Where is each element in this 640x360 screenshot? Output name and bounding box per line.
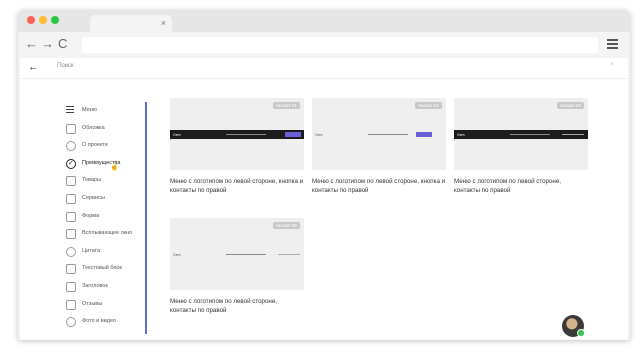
text-block-icon: [66, 264, 76, 275]
sidebar-item-label: Заголовок: [82, 282, 108, 289]
sidebar-item-media[interactable]: Фото и видео: [58, 313, 144, 331]
preview-nav: [226, 254, 266, 255]
sidebar-item-services[interactable]: Сервисы: [58, 190, 144, 208]
sidebar-item-label: Обложка: [82, 124, 105, 131]
avatar[interactable]: [562, 315, 585, 337]
address-bar[interactable]: [82, 37, 598, 53]
template-preview[interactable]: Header-02 Gem: [312, 98, 446, 170]
search-bar: ← Поиск ×: [20, 58, 628, 79]
preview-logo: Gem: [173, 253, 181, 257]
sidebar-item-label: Форма: [82, 212, 100, 219]
sidebar-item-about[interactable]: О проекте: [58, 137, 144, 155]
template-caption: Меню с логотипом по левой стороне, кнопк…: [312, 178, 446, 194]
template-preview[interactable]: Header-05 Gem: [170, 218, 304, 290]
cover-icon: [66, 123, 76, 134]
header-preview-strip: Gem: [170, 130, 304, 139]
sidebar-item-text-block[interactable]: Текстовый блок: [58, 260, 144, 278]
forward-arrow-icon[interactable]: →: [41, 36, 54, 52]
template-preview[interactable]: Header-01 Gem: [170, 98, 304, 170]
bag-icon: [66, 176, 76, 187]
sidebar-item-popup[interactable]: Всплывающее окно: [58, 225, 144, 243]
hamburger-menu-icon[interactable]: [607, 39, 618, 50]
browser-tab[interactable]: ×: [90, 15, 172, 32]
services-icon: [66, 193, 76, 204]
info-icon: [66, 141, 76, 152]
preview-contacts: [278, 254, 300, 255]
reload-icon[interactable]: C: [58, 36, 67, 52]
sidebar-item-label: Всплывающее окно: [82, 230, 133, 237]
popup-icon: [66, 229, 76, 240]
media-icon: [66, 317, 76, 328]
browser-toolbar: ← → C: [18, 32, 630, 58]
sidebar-item-form[interactable]: Форма: [58, 208, 144, 226]
browser-window: × ← → C ← Поиск × Меню Обложка О проекте: [18, 10, 630, 340]
online-status-indicator: [577, 329, 585, 337]
preview-contacts: [562, 134, 584, 135]
sidebar-active-indicator: [145, 102, 147, 334]
sidebar-item-label: Меню: [82, 107, 97, 113]
back-arrow-icon[interactable]: ←: [28, 61, 39, 73]
template-caption: Меню с логотипом по левой стороне, кнопк…: [170, 178, 304, 194]
header-preview-strip: Gem: [312, 130, 446, 139]
sidebar-item-label: Сервисы: [82, 194, 105, 201]
back-arrow-icon[interactable]: ←: [25, 36, 38, 52]
preview-button: [285, 132, 301, 137]
preview-logo: Gem: [315, 133, 323, 137]
clear-icon[interactable]: ×: [610, 62, 614, 68]
sidebar-item-menu[interactable]: Меню: [58, 102, 144, 120]
sidebar-item-label: О проекте: [82, 142, 108, 149]
template-caption: Меню с логотипом по левой стороне, конта…: [454, 178, 562, 194]
sidebar-item-label: Текстовый блок: [82, 265, 122, 272]
sidebar-item-heading[interactable]: Заголовок: [58, 278, 144, 296]
sidebar-item-advantages[interactable]: ✓ Преимущества ☝: [58, 155, 144, 173]
search-input[interactable]: Поиск: [57, 63, 74, 69]
hand-cursor-icon: ☝: [110, 163, 119, 171]
sidebar-item-label: Отзывы: [82, 300, 103, 307]
template-caption: Меню с логотипом по левой стороне, конта…: [170, 298, 278, 314]
reviews-icon: [66, 299, 76, 310]
check-circle-icon: ✓: [66, 158, 76, 169]
form-icon: [66, 211, 76, 222]
preview-logo: Gem: [457, 133, 465, 137]
sidebar-item-label: Цитата: [82, 247, 101, 254]
preview-nav: [510, 134, 550, 135]
page-content: ← Поиск × Меню Обложка О проекте ✓ Преим…: [20, 58, 628, 340]
sidebar-item-products[interactable]: Товары: [58, 172, 144, 190]
close-window-button[interactable]: [27, 16, 35, 24]
menu-icon: [66, 106, 74, 114]
minimize-window-button[interactable]: [39, 16, 47, 24]
sidebar-item-cover[interactable]: Обложка: [58, 120, 144, 138]
sidebar-item-label: Товары: [82, 177, 101, 184]
template-badge: Header-04: [556, 102, 584, 109]
template-badge: Header-05: [272, 222, 300, 229]
maximize-window-button[interactable]: [51, 16, 59, 24]
tab-close-icon[interactable]: ×: [161, 17, 166, 29]
preview-nav: [226, 134, 266, 135]
quote-icon: [66, 246, 76, 257]
block-category-sidebar: Меню Обложка О проекте ✓ Преимущества ☝ …: [58, 102, 144, 331]
sidebar-item-reviews[interactable]: Отзывы: [58, 296, 144, 314]
header-preview-strip: Gem: [454, 130, 588, 139]
template-badge: Header-01: [272, 102, 300, 109]
header-preview-strip: Gem: [170, 250, 304, 259]
heading-icon: [66, 281, 76, 292]
sidebar-item-label: Фото и видео: [82, 318, 117, 325]
template-preview[interactable]: Header-04 Gem: [454, 98, 588, 170]
preview-nav: [368, 134, 408, 135]
template-badge: Header-02: [414, 102, 442, 109]
preview-logo: Gem: [173, 133, 181, 137]
tab-bar: ×: [18, 10, 630, 32]
sidebar-item-quote[interactable]: Цитата: [58, 243, 144, 261]
preview-button: [416, 132, 432, 137]
